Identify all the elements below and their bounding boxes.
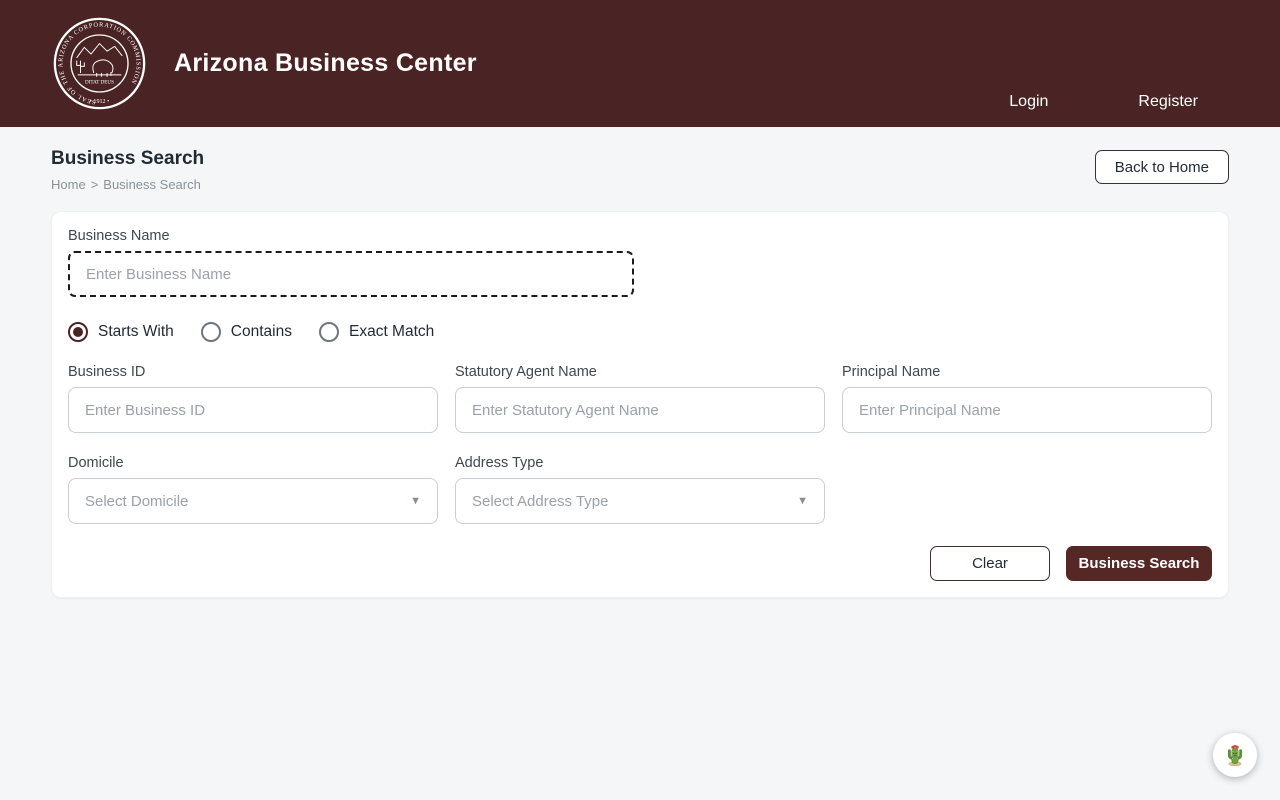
domicile-select-value: Select Domicile [85,492,189,510]
match-type-radio-group: Starts With Contains Exact Match [68,322,1212,342]
radio-label: Starts With [98,323,174,340]
address-type-select-value: Select Address Type [472,492,609,510]
business-id-label: Business ID [68,364,146,380]
register-link[interactable]: Register [1138,93,1198,111]
statutory-agent-label: Statutory Agent Name [455,364,597,380]
principal-name-label: Principal Name [842,364,941,380]
radio-unselected-icon [200,322,221,342]
seal-ring-text: SEAL OF THE ARIZONA CORPORATION COMMISSI… [57,21,140,105]
chevron-down-icon: ▼ [797,495,808,507]
domicile-select[interactable]: Select Domicile ▼ [68,478,438,524]
breadcrumb-current: Business Search [103,177,201,192]
radio-starts-with[interactable]: Starts With [68,322,174,342]
empty-cell [842,455,1212,524]
seal-desert-art [76,42,123,77]
select-fields-row: Domicile Select Domicile ▼ Address Type … [68,455,1212,524]
statutory-agent-group: Statutory Agent Name [455,364,825,433]
app-header: SEAL OF THE ARIZONA CORPORATION COMMISSI… [0,0,1280,127]
radio-exact-match[interactable]: Exact Match [318,322,435,342]
chat-widget-button[interactable] [1213,733,1257,777]
address-type-label: Address Type [455,455,544,471]
statutory-agent-input[interactable] [455,387,825,433]
search-form-card: Business Name Starts With Contains Exact… [51,211,1229,598]
clear-button[interactable]: Clear [930,546,1050,581]
text-fields-row: Business ID Statutory Agent Name Princip… [68,364,1212,433]
main-content: Business Search Home > Business Search Bac… [0,148,1280,598]
svg-text:SEAL OF THE ARIZONA CORPORATIO: SEAL OF THE ARIZONA CORPORATION COMMISSI… [57,21,141,105]
principal-name-input[interactable] [842,387,1212,433]
breadcrumb-separator: > [90,177,99,192]
business-name-input[interactable] [68,251,634,297]
breadcrumb-home[interactable]: Home [51,177,86,192]
business-id-input[interactable] [68,387,438,433]
login-link[interactable]: Login [1009,93,1048,111]
domicile-label: Domicile [68,455,124,471]
business-search-button[interactable]: Business Search [1066,546,1212,581]
seal-motto: DITAT DEUS [85,79,114,85]
form-actions: Clear Business Search [68,546,1212,581]
principal-name-group: Principal Name [842,364,1212,433]
acc-seal-logo[interactable]: SEAL OF THE ARIZONA CORPORATION COMMISSI… [52,16,147,111]
page-head-left: Business Search Home > Business Search [51,148,204,192]
radio-label: Exact Match [348,323,435,340]
header-nav: Login Register [1009,93,1198,111]
page-head: Business Search Home > Business Search Bac… [51,148,1229,192]
app-title: Arizona Business Center [174,49,477,77]
seal-year: • 1912 • [90,99,109,105]
business-id-group: Business ID [68,364,438,433]
page-title: Business Search [51,148,205,169]
address-type-group: Address Type Select Address Type ▼ [455,455,825,524]
chevron-down-icon: ▼ [410,495,421,507]
back-to-home-button[interactable]: Back to Home [1094,150,1229,184]
radio-label: Contains [230,323,292,340]
cactus-mascot-icon [1227,744,1243,766]
domicile-group: Domicile Select Domicile ▼ [68,455,438,524]
breadcrumb: Home > Business Search [51,177,204,192]
address-type-select[interactable]: Select Address Type ▼ [455,478,825,524]
radio-selected-icon [68,322,88,342]
business-name-label: Business Name [68,228,170,244]
radio-unselected-icon [318,322,339,342]
radio-contains[interactable]: Contains [200,322,292,342]
business-name-group: Business Name [68,228,634,297]
